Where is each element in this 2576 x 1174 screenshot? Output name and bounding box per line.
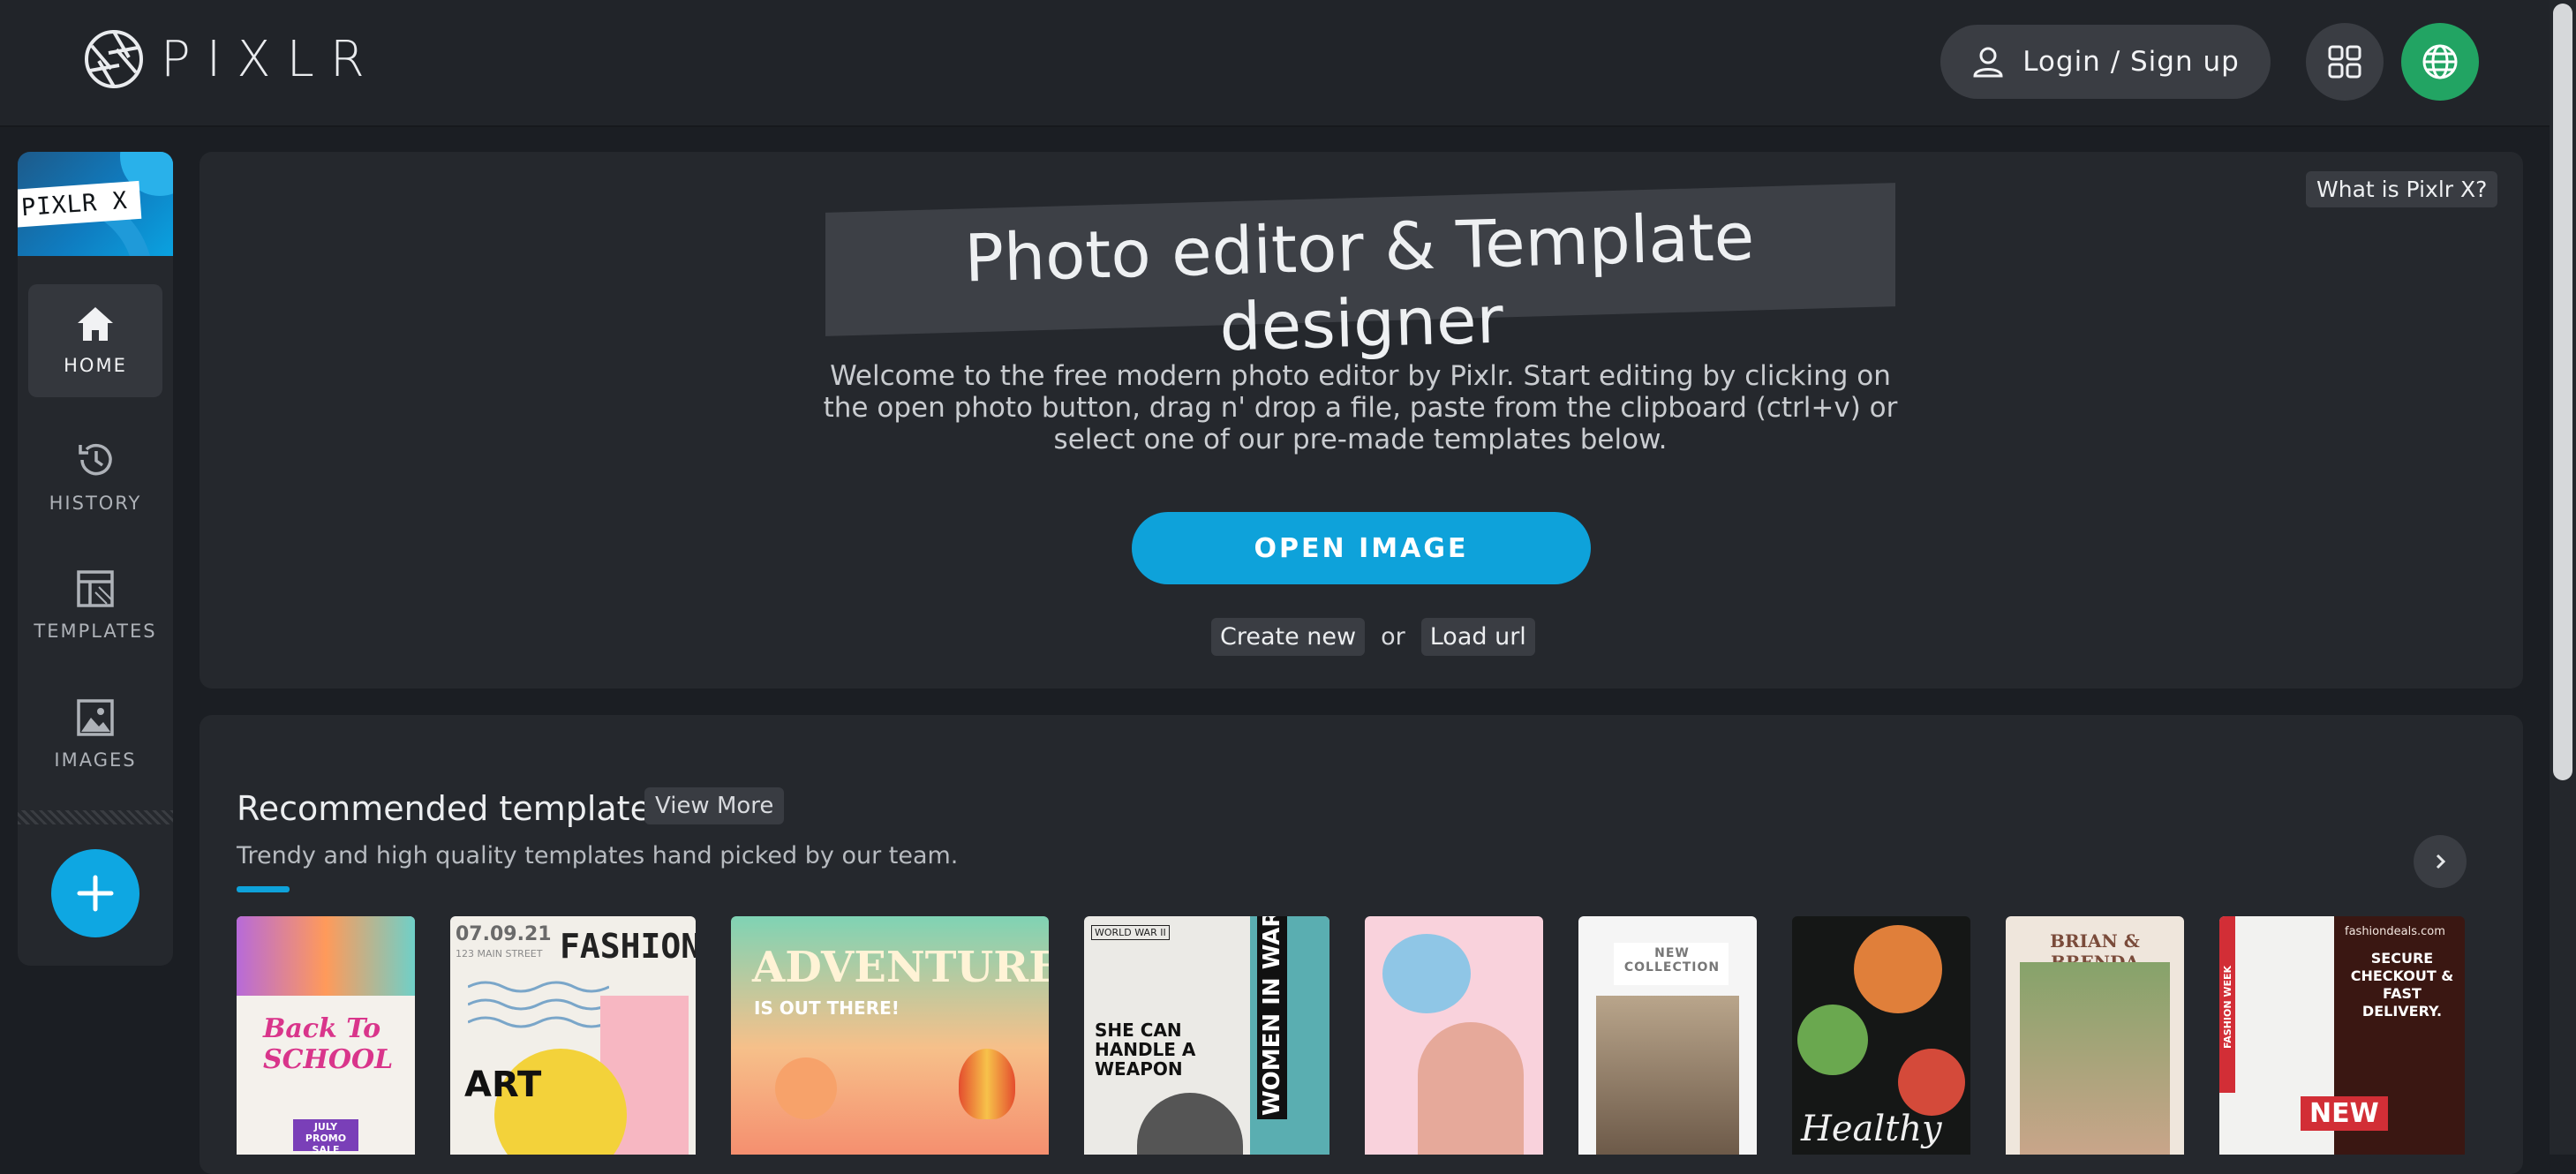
sidebar-divider [18,810,173,824]
pixlr-x-brand-tile[interactable]: PIXLR X [18,152,173,256]
card-subtext: SECURE CHECKOUT & FAST DELIVERY. [2350,950,2454,1020]
card-address: 123 MAIN STREET [456,948,543,960]
template-card-brian-brenda[interactable]: BRIAN & BRENDA [2006,916,2184,1155]
plus-icon [77,875,114,912]
card-text: Healthy [1801,1109,1942,1149]
scrollbar-thumb[interactable] [2553,4,2572,780]
hero-title: Photo editor & Template designer [963,199,1756,366]
food-bowl-1 [1854,925,1942,1013]
load-url-button[interactable]: Load url [1420,618,1535,656]
card-artwork [237,916,415,996]
what-is-pixlr-x-button[interactable]: What is Pixlr X? [2306,171,2498,207]
apps-grid-button[interactable] [2306,23,2384,101]
card-subtext: SHE CAN HANDLE A WEAPON [1095,1020,1196,1080]
add-new-button[interactable] [51,849,139,937]
card-text: WOMEN IN WAR [1257,916,1287,1119]
nav-label-history: HISTORY [49,493,142,514]
card-subtext: 07.09.21 [456,923,552,945]
next-templates-button[interactable] [2414,835,2467,888]
login-signup-button[interactable]: Login / Sign up [1940,25,2271,99]
template-card-healthy[interactable]: Healthy [1792,916,1970,1155]
card-subtext: IS OUT THERE! [754,997,900,1019]
or-text: or [1381,623,1405,651]
card-text: FASHION [560,927,696,966]
sun-shape [775,1057,837,1119]
view-more-button[interactable]: View More [644,787,785,824]
portrait-shape [1418,1022,1524,1155]
hero-description: Welcome to the free modern photo editor … [823,360,1898,455]
aperture-logo-icon [85,30,143,88]
section-accent-bar [237,886,290,892]
template-card-women-in-war[interactable]: WORLD WAR II WOMEN IN WAR SHE CAN HANDLE… [1084,916,1329,1155]
template-card-hibiscus[interactable] [1365,916,1543,1155]
template-card-new-collection[interactable]: NEW COLLECTION [1578,916,1757,1155]
language-button[interactable] [2401,23,2479,101]
template-card-adventure[interactable]: ADVENTURE IS OUT THERE! [731,916,1049,1155]
home-icon [78,307,113,341]
brand-name: PIXLR [161,30,380,88]
card-subtext: JULY PROMO SALE [293,1119,358,1155]
card-text: ADVENTURE [752,943,1049,992]
wave-lines-decoration [468,981,609,1028]
nav-item-history[interactable]: HISTORY [28,420,162,533]
nav-label-templates: TEMPLATES [34,621,157,642]
create-new-button[interactable]: Create new [1211,618,1366,656]
nav-item-images[interactable]: IMAGES [28,678,162,791]
open-image-button[interactable]: OPEN IMAGE [1132,512,1591,584]
food-bowl-3 [1898,1049,1965,1116]
chevron-right-icon [2436,854,2446,869]
globe-icon [2422,44,2458,79]
card-text: NEW COLLECTION [1623,946,1721,975]
nav-item-home[interactable]: HOME [28,284,162,397]
nav-item-templates[interactable]: TEMPLATES [28,549,162,662]
portrait-shape [1137,1093,1243,1155]
history-icon [79,443,112,476]
templates-icon [77,570,114,607]
recommended-title: Recommended templates [237,789,668,828]
template-card-fashion-week[interactable]: FASHION WEEK fashiondeals.com SECURE CHE… [2219,916,2465,1155]
nav-label-images: IMAGES [54,749,137,771]
nav-label-home: HOME [64,355,127,376]
side-navigation: PIXLR X HOME HISTORY TEMPLATES IMAGES [18,152,173,966]
photo-shape [1596,996,1739,1155]
template-card-fashion[interactable]: 07.09.21 123 MAIN STREET FASHION ART [450,916,696,1155]
card-site: fashiondeals.com [2345,925,2445,938]
card-text: Back To SCHOOL [263,1013,394,1075]
user-icon [1973,47,2003,78]
template-card-back-to-school[interactable]: Back To SCHOOL JULY PROMO SALE [237,916,415,1155]
grid-icon [2328,45,2361,79]
recommended-subtitle: Trendy and high quality templates hand p… [237,842,959,869]
image-icon [77,699,114,736]
secondary-actions: Create new or Load url [1211,618,1535,656]
photo-shape [2020,962,2170,1155]
card-tag: WORLD WAR II [1091,925,1170,940]
login-label: Login / Sign up [2022,46,2240,78]
pixlr-logo[interactable]: PIXLR [83,28,380,90]
hot-air-balloon [959,1049,1015,1119]
flower-shape [1382,934,1471,1013]
card-art-text: ART [464,1065,542,1105]
card-text: NEW [2301,1096,2388,1131]
card-side-text: FASHION WEEK [2222,965,2233,1049]
food-bowl-2 [1797,1005,1868,1075]
